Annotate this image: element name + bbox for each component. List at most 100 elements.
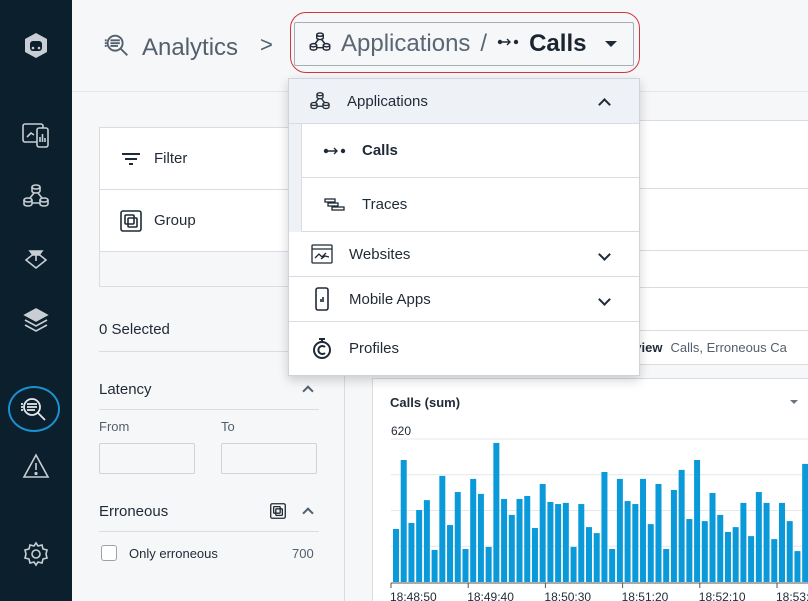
calls-chart-card: 18:48:50 18:49:40 18:50:30 18:51:20 18:52:10…: [372, 378, 808, 601]
chart-bar[interactable]: [562, 502, 569, 582]
only-erroneous-checkbox[interactable]: [101, 545, 117, 561]
chart-bar[interactable]: [663, 549, 670, 582]
chart-bar[interactable]: [477, 493, 484, 582]
infrastructure-icon[interactable]: [14, 236, 58, 280]
x-tick-label: 18:53:00: [776, 590, 808, 601]
dropdown-item-calls[interactable]: Calls: [301, 124, 639, 178]
dropdown-group-label: Applications: [347, 92, 428, 110]
chart-bar[interactable]: [447, 525, 454, 582]
chart-bar[interactable]: [470, 478, 477, 582]
mobile-apps-icon: [309, 287, 335, 311]
chart-bar[interactable]: [539, 483, 546, 582]
dropdown-item-traces[interactable]: Traces: [301, 178, 639, 232]
chart-bar[interactable]: [709, 492, 716, 582]
chevron-up-icon: [598, 98, 611, 111]
analytics-icon[interactable]: [8, 386, 60, 432]
chart-bar[interactable]: [393, 528, 399, 582]
chart-bar[interactable]: [423, 500, 430, 582]
chart-bar[interactable]: [732, 527, 739, 582]
dropdown-item-label: Websites: [349, 245, 411, 263]
group-by-icon[interactable]: [270, 503, 286, 524]
chevron-down-icon: [598, 248, 611, 261]
dropdown-item-mobile-apps[interactable]: Mobile Apps: [289, 277, 639, 322]
profiles-icon: [309, 336, 335, 360]
selector-current: Calls: [529, 30, 587, 57]
chart-bar[interactable]: [601, 471, 608, 582]
chart-bar[interactable]: [439, 475, 446, 582]
applications-icon[interactable]: [14, 174, 58, 218]
app-root: Analytics > Applications / Calls Filter …: [0, 0, 808, 601]
logo-icon[interactable]: [14, 24, 58, 68]
breadcrumb: Analytics: [102, 30, 238, 65]
chart-bar[interactable]: [586, 527, 592, 582]
events-icon[interactable]: [14, 444, 58, 488]
chart-bar[interactable]: [547, 501, 554, 582]
chart-bar[interactable]: [686, 519, 693, 582]
chart-bar[interactable]: [616, 478, 623, 582]
chart-bar[interactable]: [694, 459, 701, 582]
chart-bar[interactable]: [724, 531, 731, 582]
chart-bar[interactable]: [416, 510, 423, 582]
only-erroneous-label: Only erroneous: [129, 546, 218, 561]
breadcrumb-analytics[interactable]: Analytics: [142, 34, 238, 62]
dropdown-sub-list: Calls Traces: [289, 124, 639, 232]
chart-bar[interactable]: [431, 549, 438, 582]
chart-bar[interactable]: [593, 533, 600, 582]
chart-bar[interactable]: [655, 483, 662, 582]
chart-bar[interactable]: [501, 498, 508, 582]
view-dropdown-menu: Applications Calls Traces Websites Mobil…: [288, 78, 640, 376]
chevron-down-icon: [598, 293, 611, 306]
latency-from-input[interactable]: [99, 443, 195, 474]
chart-bar[interactable]: [609, 549, 616, 582]
chart-bar[interactable]: [570, 546, 577, 582]
calls-icon: [497, 35, 519, 53]
latency-to-input[interactable]: [221, 443, 317, 474]
dropdown-item-websites[interactable]: Websites: [289, 232, 639, 277]
chart-bar[interactable]: [794, 551, 801, 582]
dropdown-item-label: Calls: [362, 142, 398, 159]
chart-bar[interactable]: [701, 521, 708, 582]
chart-bar[interactable]: [531, 528, 538, 582]
dashboards-icon[interactable]: [14, 112, 58, 156]
chart-bar[interactable]: [647, 524, 654, 582]
chart-bar[interactable]: [786, 521, 793, 582]
chart-bar[interactable]: [516, 498, 523, 582]
chart-bar[interactable]: [462, 549, 469, 582]
chart-bar[interactable]: [454, 492, 461, 582]
platforms-icon[interactable]: [14, 298, 58, 342]
chart-bar[interactable]: [802, 463, 808, 582]
chart-bar[interactable]: [755, 492, 762, 582]
chart-bar[interactable]: [408, 522, 415, 582]
chart-bar[interactable]: [578, 504, 585, 582]
dropdown-item-profiles[interactable]: Profiles: [289, 322, 639, 374]
view-selector-dropdown[interactable]: Applications / Calls: [294, 22, 634, 66]
chart-options-caret-icon[interactable]: [790, 400, 798, 404]
chart-bar[interactable]: [485, 546, 492, 582]
filter-icon: [120, 148, 142, 170]
overview-subtitle: Calls, Erroneous Ca: [670, 340, 787, 355]
chart-bar[interactable]: [493, 442, 500, 582]
selected-count: 0 Selected: [99, 321, 170, 338]
collapse-erroneous-icon[interactable]: [302, 507, 314, 519]
chart-bar[interactable]: [678, 469, 685, 582]
dropdown-group-applications[interactable]: Applications: [289, 79, 639, 124]
chart-bar[interactable]: [771, 539, 778, 582]
chart-bar[interactable]: [524, 495, 531, 582]
chart-bar[interactable]: [740, 502, 747, 582]
sidebar: [0, 0, 72, 601]
chart-bar[interactable]: [640, 478, 647, 582]
chart-bar[interactable]: [717, 514, 724, 582]
chart-bar[interactable]: [632, 504, 639, 582]
chart-bar[interactable]: [779, 502, 785, 582]
group-icon: [120, 209, 142, 232]
applications-icon: [307, 89, 333, 113]
chart-bar[interactable]: [555, 504, 562, 582]
chart-bar[interactable]: [400, 459, 407, 582]
chart-bar[interactable]: [748, 536, 755, 582]
collapse-latency-icon[interactable]: [302, 385, 314, 397]
settings-icon[interactable]: [14, 532, 58, 576]
chart-bar[interactable]: [508, 514, 515, 582]
chart-bar[interactable]: [670, 489, 677, 582]
chart-bar[interactable]: [624, 501, 631, 582]
chart-bar[interactable]: [763, 502, 770, 582]
